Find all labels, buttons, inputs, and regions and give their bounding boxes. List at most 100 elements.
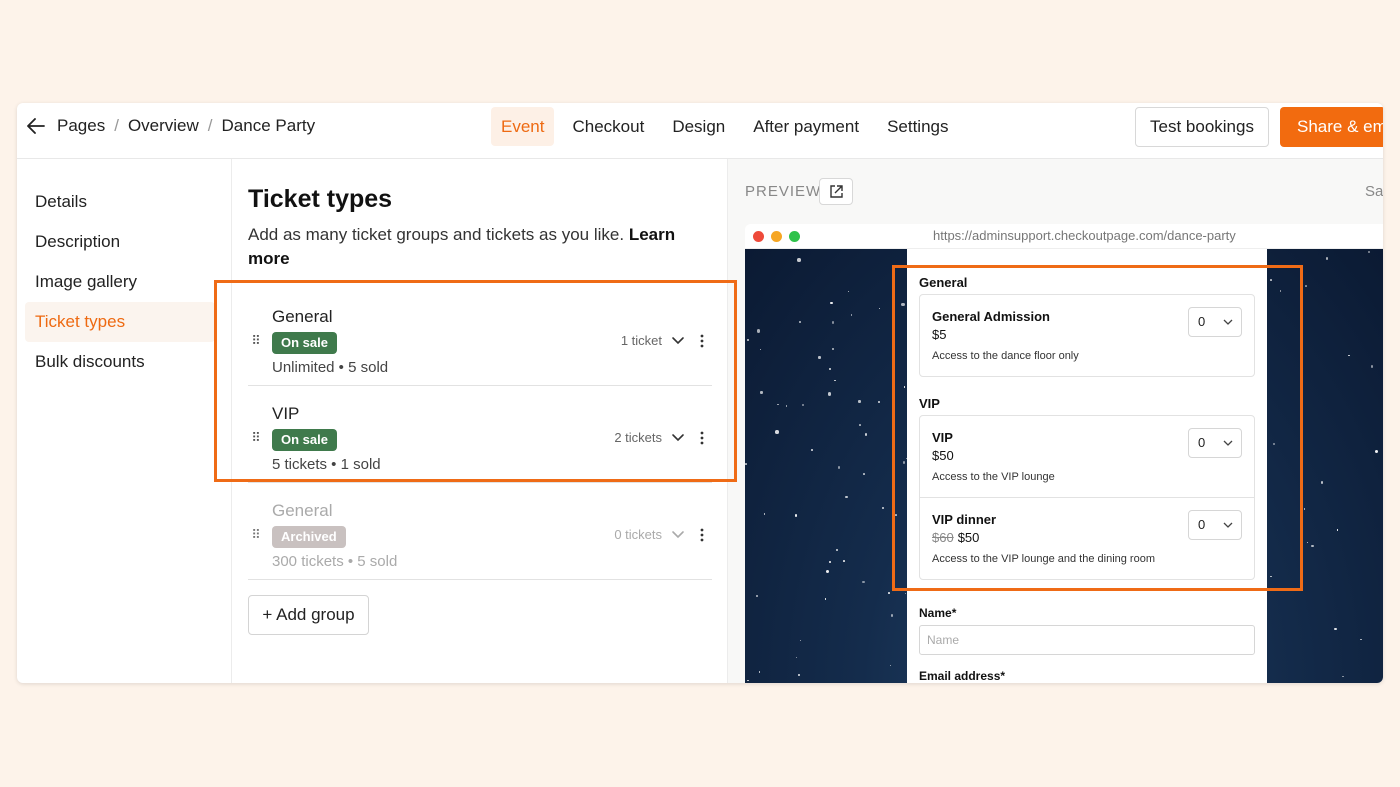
- breadcrumb-overview[interactable]: Overview: [128, 116, 199, 136]
- star-decoration: [903, 386, 906, 388]
- star-decoration: [828, 560, 832, 564]
- star-decoration: [862, 580, 865, 584]
- star-decoration: [759, 348, 762, 351]
- star-decoration: [827, 392, 832, 396]
- more-options-icon[interactable]: [694, 527, 710, 543]
- quantity-select[interactable]: 0: [1188, 510, 1242, 540]
- star-decoration: [746, 338, 750, 341]
- tab-settings[interactable]: Settings: [877, 107, 958, 146]
- external-link-icon[interactable]: [819, 178, 853, 205]
- sidebar-item-image-gallery[interactable]: Image gallery: [25, 262, 215, 302]
- star-decoration: [1311, 544, 1314, 547]
- tab-checkout[interactable]: Checkout: [562, 107, 654, 146]
- old-price: $60: [932, 530, 954, 545]
- star-decoration: [747, 679, 749, 681]
- chevron-down-icon: [1223, 522, 1233, 528]
- ticket-description: Access to the VIP lounge: [932, 471, 1055, 483]
- drag-handle-icon[interactable]: ⠿: [250, 528, 262, 542]
- star-decoration: [888, 592, 890, 594]
- ticket-option: General Admission $5 Access to the dance…: [920, 295, 1254, 376]
- group-name: VIP: [272, 404, 300, 423]
- name-field[interactable]: [919, 625, 1255, 655]
- star-decoration: [877, 400, 880, 404]
- star-decoration: [825, 569, 830, 574]
- star-decoration: [1306, 541, 1309, 544]
- more-options-icon[interactable]: [694, 430, 710, 446]
- chevron-down-icon[interactable]: [670, 333, 686, 349]
- more-options-icon[interactable]: [694, 333, 710, 349]
- breadcrumb-separator: /: [114, 116, 119, 135]
- breadcrumb-current-page: Dance Party: [221, 116, 316, 135]
- breadcrumb-pages[interactable]: Pages: [57, 116, 105, 136]
- star-decoration: [1305, 285, 1307, 287]
- star-decoration: [836, 548, 839, 552]
- ticket-price: $5: [932, 327, 946, 342]
- sidebar-item-ticket-types[interactable]: Ticket types: [25, 302, 215, 342]
- quantity-select[interactable]: 0: [1188, 307, 1242, 337]
- star-decoration: [763, 513, 766, 515]
- add-group-button[interactable]: + Add group: [248, 595, 369, 635]
- main-tabs: Event Checkout Design After payment Sett…: [491, 107, 967, 146]
- ticket-price-value: $5: [932, 327, 947, 342]
- page-description: Add as many ticket groups and tickets as…: [248, 223, 698, 271]
- sidebar-item-bulk-discounts[interactable]: Bulk discounts: [25, 342, 215, 382]
- star-decoration: [756, 329, 761, 333]
- maximize-dot-icon: [789, 231, 800, 242]
- sidebar: Details Description Image gallery Ticket…: [17, 159, 232, 683]
- star-decoration: [831, 347, 834, 350]
- star-decoration: [797, 258, 801, 262]
- star-decoration: [865, 433, 868, 436]
- quantity-select[interactable]: 0: [1188, 428, 1242, 458]
- minimize-dot-icon: [771, 231, 782, 242]
- chevron-down-icon[interactable]: [670, 430, 686, 446]
- field-label-email: Email address*: [919, 669, 1006, 683]
- star-decoration: [847, 290, 850, 293]
- ticket-price: $50: [932, 448, 954, 463]
- star-decoration: [1348, 354, 1350, 357]
- star-decoration: [843, 560, 845, 562]
- star-decoration: [1279, 290, 1282, 292]
- ticket-description: Access to the dance floor only: [932, 350, 1079, 362]
- sidebar-item-details[interactable]: Details: [25, 182, 215, 222]
- star-decoration: [777, 403, 779, 406]
- ticket-count: 0 tickets: [614, 527, 662, 542]
- status-badge: On sale: [272, 429, 337, 451]
- tab-design[interactable]: Design: [662, 107, 735, 146]
- group-name: General: [272, 307, 333, 326]
- star-decoration: [828, 367, 832, 371]
- star-decoration: [1270, 575, 1272, 578]
- star-decoration: [785, 405, 788, 407]
- status-badge: On sale: [272, 332, 337, 354]
- ticket-count: 2 tickets: [614, 430, 662, 445]
- chevron-down-icon: [1223, 440, 1233, 446]
- ticket-group-row[interactable]: ⠿ VIP On sale 5 tickets • 1 sold 2 ticke…: [248, 386, 712, 483]
- test-bookings-button[interactable]: Test bookings: [1135, 107, 1269, 147]
- star-decoration: [799, 639, 802, 642]
- quantity-value: 0: [1198, 314, 1206, 329]
- field-label-name: Name*: [919, 606, 957, 620]
- star-decoration: [1370, 365, 1373, 368]
- back-arrow-icon[interactable]: [25, 115, 47, 137]
- star-decoration: [859, 424, 861, 426]
- drag-handle-icon[interactable]: ⠿: [250, 431, 262, 445]
- star-decoration: [831, 321, 835, 324]
- star-decoration: [745, 463, 747, 465]
- star-decoration: [775, 430, 779, 434]
- star-decoration: [758, 671, 761, 673]
- ticket-group-row[interactable]: ⠿ General On sale Unlimited • 5 sold 1 t…: [248, 289, 712, 386]
- tab-event[interactable]: Event: [491, 107, 555, 146]
- tab-after-payment[interactable]: After payment: [743, 107, 869, 146]
- app-window: Pages / Overview / Dance Party Event Che…: [17, 103, 1383, 683]
- save-status: Sa: [1365, 183, 1383, 200]
- star-decoration: [834, 379, 836, 382]
- star-decoration: [1334, 627, 1337, 630]
- star-decoration: [1321, 481, 1324, 484]
- chevron-down-icon[interactable]: [670, 527, 686, 543]
- star-decoration: [1342, 675, 1344, 678]
- star-decoration: [794, 514, 798, 517]
- ticket-group-row[interactable]: ⠿ General Archived 300 tickets • 5 sold …: [248, 483, 712, 580]
- drag-handle-icon[interactable]: ⠿: [250, 334, 262, 348]
- sidebar-item-description[interactable]: Description: [25, 222, 215, 262]
- share-button[interactable]: Share & em: [1280, 107, 1383, 147]
- star-decoration: [801, 404, 805, 407]
